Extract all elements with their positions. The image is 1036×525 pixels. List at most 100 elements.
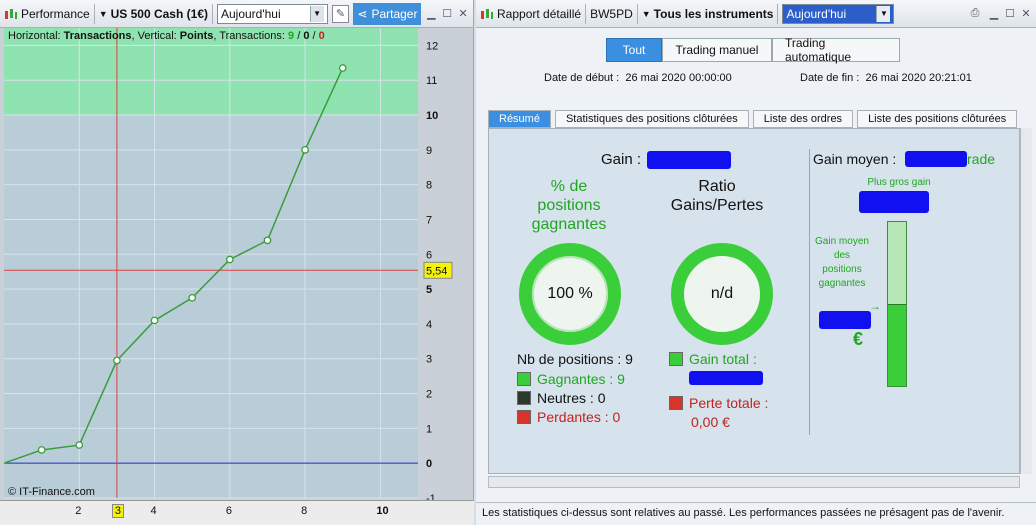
performance-button[interactable]: Performance [4,7,90,21]
tab-summary[interactable]: Résumé [488,110,551,128]
report-label: Rapport détaillé [497,6,582,21]
performance-label: Performance [21,6,90,21]
info-transactions: , Transactions: [213,30,289,42]
close-icon[interactable]: ✕ [457,8,469,20]
end-date: Date de fin : 26 mai 2020 20:21:01 [800,72,972,84]
toolbar-separator [93,3,95,24]
y-tick-label: 0 [426,458,432,470]
arrow-right-icon: → [869,299,881,313]
detailed-report-window: Rapport détaillé BW5PD ▼ Tous les instru… [476,0,1036,525]
loss-total-label: Perte totale : [689,395,769,411]
printer-icon[interactable]: ⎙ [966,7,984,20]
right-toolbar: Rapport détaillé BW5PD ▼ Tous les instru… [476,0,1036,28]
data-point [75,441,84,449]
red-square-icon [669,396,683,410]
x-tick-label: 4 [150,505,157,517]
x-tick-label: 8 [301,505,308,517]
x-marker-badge: 3 [111,504,125,518]
wrench-icon[interactable]: ✎ [331,4,350,23]
instrument-label: US 500 Cash (1€) [110,6,208,21]
close-icon[interactable]: ✕ [1020,8,1032,20]
tab-closed-stats[interactable]: Statistiques des positions clôturées [554,110,749,128]
redacted-biggest-gain [859,191,929,213]
gain-gauge [887,221,907,387]
x-axis: 2 4 6 8 10 3 [0,500,474,525]
tab-all[interactable]: Tout [606,38,662,62]
y-tick-label: 7 [426,214,432,226]
minimize-icon[interactable]: ▁ [988,8,1000,20]
info-mid: , Vertical: [131,30,180,42]
info-prefix: Horizontal: [8,30,64,42]
redacted-gain [647,151,731,169]
period-select[interactable]: Aujourd'hui ▼ [216,3,328,24]
start-date: Date de début : 26 mai 2020 00:00:00 [544,72,732,84]
account-label[interactable]: BW5PD [590,7,633,21]
period-value: Aujourd'hui [786,6,847,21]
credit-label: © IT-Finance.com [8,486,95,498]
redacted-avg-winning [819,311,871,329]
neutral-label: Neutres : 0 [537,390,606,406]
y-tick-label: 12 [426,40,438,52]
instruments-selector[interactable]: ▼ Tous les instruments [642,7,774,21]
data-point [263,236,272,245]
y-tick-label: 5 [426,284,432,296]
win-rate-value: 100 % [547,285,593,302]
end-date-value: 26 mai 2020 20:21:01 [865,72,972,84]
data-point [301,146,309,154]
period-value: Aujourd'hui [220,6,281,21]
y-tick-label: 11 [426,75,437,87]
tab-manual-trading[interactable]: Trading manuel [662,38,772,62]
redacted-gain-total [689,371,763,385]
summary-panel: Gain : % de positions gagnantes Ratio Ga… [488,128,1020,474]
period-select[interactable]: Aujourd'hui ▼ [782,3,895,24]
tab-auto-trading[interactable]: Trading automatique [772,36,900,64]
price-badge-label: 5,54 [426,265,447,277]
avg-gain-suffix: rade [967,151,996,167]
win-rate-ring: 100 % [519,243,621,345]
x-tick-label: 10 [376,505,389,517]
winners-row: Gagnantes : 9 [517,371,625,387]
green-square-icon [669,352,683,366]
toolbar-separator [636,3,638,24]
panel-divider [809,149,810,435]
info-sep: / [309,30,319,42]
vertical-scrollbar[interactable] [1020,128,1032,474]
x-tick-label: 6 [225,505,232,517]
winners-label: Gagnantes : 9 [537,371,625,387]
red-square-icon [517,410,531,424]
chevron-down-icon: ▼ [98,8,108,19]
mode-tabs: Tout Trading manuel Trading automatique [606,36,900,64]
maximize-icon[interactable]: ☐ [1004,8,1016,20]
horizontal-scrollbar[interactable] [488,476,1020,488]
chevron-down-icon: ▼ [876,5,891,22]
maximize-icon[interactable]: ☐ [441,8,453,20]
data-point [150,316,159,325]
start-date-label: Date de début : [544,72,620,84]
info-sep: / [294,30,304,42]
data-point [338,64,347,72]
y-tick-label: 9 [426,145,432,157]
gain-gauge-fill [888,304,906,386]
data-point [37,446,46,454]
ratio-value: n/d [710,285,734,302]
avg-gain-label: Gain moyen : [813,151,897,167]
ratio-title: Ratio Gains/Pertes [670,178,764,214]
info-horizontal: Transactions [63,30,132,42]
minimize-icon[interactable]: ▁ [425,8,437,20]
report-button[interactable]: Rapport détaillé [480,7,581,21]
instrument-selector[interactable]: ▼ US 500 Cash (1€) [99,7,208,21]
share-button[interactable]: ⋖ Partager [353,2,422,25]
gain-label: Gain : [601,151,642,168]
instruments-label: Tous les instruments [653,6,774,21]
losers-row: Perdantes : 0 [517,409,620,425]
neutral-row: Neutres : 0 [517,390,605,406]
toolbar-separator [585,3,587,24]
data-point [188,293,197,302]
performance-chart-window: Performance ▼ US 500 Cash (1€) Aujourd'h… [0,0,474,525]
tab-closed-positions[interactable]: Liste des positions clôturées [857,110,1018,128]
disclaimer-bar: Les statistiques ci-dessus sont relative… [476,502,1036,525]
gain-total-label: Gain total : [689,351,757,367]
y-tick-label: 3 [426,354,432,366]
tab-orders[interactable]: Liste des ordres [752,110,854,128]
chevron-down-icon: ▼ [641,8,651,19]
